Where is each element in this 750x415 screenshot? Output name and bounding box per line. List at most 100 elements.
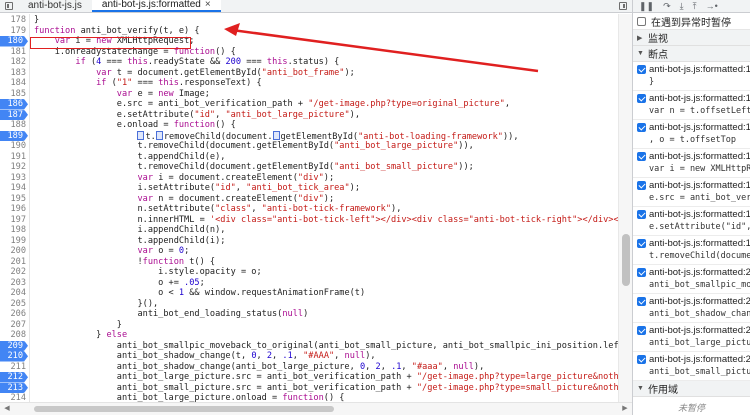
code-line: 213 anti_bot_small_picture.src = anti_bo… bbox=[0, 382, 632, 393]
close-icon[interactable]: × bbox=[205, 0, 211, 11]
line-number[interactable]: 192 bbox=[0, 162, 28, 173]
breakpoint-marker[interactable]: 212 bbox=[0, 372, 28, 383]
breakpoint-checkbox[interactable] bbox=[637, 326, 646, 335]
code-text: i.setAttribute("id", "anti_bot_tick_area… bbox=[34, 183, 360, 193]
breakpoint-checkbox[interactable] bbox=[637, 239, 646, 248]
toggle-debugger-icon[interactable] bbox=[614, 0, 632, 12]
breakpoint-checkbox[interactable] bbox=[637, 123, 646, 132]
line-number[interactable]: 188 bbox=[0, 120, 28, 131]
section-scope[interactable]: ▼ 作用域 bbox=[633, 381, 750, 397]
section-breakpoints[interactable]: ▼ 断点 bbox=[633, 46, 750, 62]
code-text: e.setAttribute("id", "anti_bot_large_pic… bbox=[34, 109, 360, 120]
breakpoint-item[interactable]: anti-bot-js.js:formatted:2 anti_bot_small… bbox=[633, 265, 750, 294]
line-number[interactable]: 191 bbox=[0, 152, 28, 163]
vertical-scrollbar[interactable] bbox=[618, 14, 632, 402]
breakpoint-marker[interactable]: 209 bbox=[0, 340, 28, 351]
breakpoint-item[interactable]: anti-bot-js.js:formatted:1 t.removeChild(… bbox=[633, 236, 750, 265]
section-watch[interactable]: ▶ 监视 bbox=[633, 30, 750, 46]
breakpoint-checkbox[interactable] bbox=[637, 181, 646, 190]
pause-icon[interactable]: ❚❚ bbox=[639, 0, 654, 12]
breakpoint-marker[interactable]: 213 bbox=[0, 382, 28, 393]
scroll-right-icon[interactable]: ▶ bbox=[620, 404, 630, 414]
line-number[interactable]: 194 bbox=[0, 183, 28, 194]
breakpoint-item[interactable]: anti-bot-js.js:formatted:1 , o = t.offset… bbox=[633, 120, 750, 149]
code-line: 178} bbox=[0, 15, 632, 26]
code-line: 205 }(), bbox=[0, 299, 632, 310]
line-number[interactable]: 206 bbox=[0, 309, 28, 320]
line-number[interactable]: 183 bbox=[0, 68, 28, 79]
horizontal-scrollbar[interactable]: ◀ ▶ bbox=[0, 402, 632, 415]
breakpoint-checkbox[interactable] bbox=[637, 355, 646, 364]
code-text: }(), bbox=[34, 298, 159, 309]
breakpoint-checkbox[interactable] bbox=[637, 152, 646, 161]
toggle-navigator-icon[interactable] bbox=[0, 0, 18, 12]
code-line: 187 e.setAttribute("id", "anti_bot_large… bbox=[0, 109, 632, 120]
breakpoint-code: t.removeChild(docume bbox=[649, 251, 750, 261]
line-number[interactable]: 178 bbox=[0, 15, 28, 26]
breakpoint-code: anti_bot_small_pictu bbox=[649, 367, 750, 377]
line-number[interactable]: 182 bbox=[0, 57, 28, 68]
breakpoint-item[interactable]: anti-bot-js.js:formatted:2 anti_bot_shado… bbox=[633, 294, 750, 323]
line-number[interactable]: 195 bbox=[0, 194, 28, 205]
code-line: 196 n.setAttribute("class", "anti-bot-ti… bbox=[0, 204, 632, 215]
breakpoint-marker[interactable]: 189 bbox=[0, 130, 28, 141]
breakpoint-checkbox[interactable] bbox=[637, 210, 646, 219]
line-number[interactable]: 203 bbox=[0, 278, 28, 289]
breakpoint-item[interactable]: anti-bot-js.js:formatted:2 anti_bot_small… bbox=[633, 352, 750, 381]
line-number[interactable]: 207 bbox=[0, 320, 28, 331]
line-number[interactable]: 197 bbox=[0, 215, 28, 226]
breakpoint-item[interactable]: anti-bot-js.js:formatted:1 e.setAttribute… bbox=[633, 207, 750, 236]
step-into-icon[interactable]: ⤓ bbox=[680, 0, 684, 12]
line-number[interactable]: 196 bbox=[0, 204, 28, 215]
pause-on-exceptions-row[interactable]: 在遇到异常时暂停 bbox=[633, 13, 750, 30]
breakpoint-item[interactable]: anti-bot-js.js:formatted:2 anti_bot_large… bbox=[633, 323, 750, 352]
breakpoint-item[interactable]: anti-bot-js.js:formatted:1} bbox=[633, 62, 750, 91]
breakpoint-marker[interactable]: 187 bbox=[0, 109, 28, 120]
step-icon[interactable]: →• bbox=[706, 0, 718, 12]
line-number[interactable]: 193 bbox=[0, 173, 28, 184]
breakpoint-marker[interactable]: 180 bbox=[0, 36, 28, 47]
code-editor[interactable]: 178} 179 function anti_bot_verify(t, e) { 1… bbox=[0, 14, 632, 415]
line-number[interactable]: 184 bbox=[0, 78, 28, 89]
breakpoint-checkbox[interactable] bbox=[637, 268, 646, 277]
scroll-left-icon[interactable]: ◀ bbox=[2, 404, 12, 414]
breakpoint-checkbox[interactable] bbox=[637, 297, 646, 306]
line-number[interactable]: 201 bbox=[0, 257, 28, 268]
code-line: 211 anti_bot_shadow_change(anti_bot_larg… bbox=[0, 362, 632, 373]
breakpoint-item[interactable]: anti-bot-js.js:formatted:1 var i = new XM… bbox=[633, 149, 750, 178]
line-number[interactable]: 208 bbox=[0, 330, 28, 341]
line-number[interactable]: 181 bbox=[0, 47, 28, 58]
line-number[interactable]: 211 bbox=[0, 362, 28, 373]
breakpoint-checkbox[interactable] bbox=[637, 65, 646, 74]
tab-anti-bot-js[interactable]: anti-bot-js.js bbox=[18, 0, 92, 12]
breakpoint-item[interactable]: anti-bot-js.js:formatted:1 e.src = anti_b… bbox=[633, 178, 750, 207]
chevron-down-icon: ▼ bbox=[637, 50, 644, 57]
code-text: t.appendChild(e), bbox=[34, 151, 226, 162]
tab-label: anti-bot-js.js bbox=[28, 0, 82, 11]
breakpoint-item[interactable]: anti-bot-js.js:formatted:1 var n = t.offs… bbox=[633, 91, 750, 120]
line-number[interactable]: 179 bbox=[0, 26, 28, 37]
line-number[interactable]: 205 bbox=[0, 299, 28, 310]
line-number[interactable]: 190 bbox=[0, 141, 28, 152]
line-number[interactable]: 199 bbox=[0, 236, 28, 247]
scroll-thumb[interactable] bbox=[622, 234, 630, 286]
tab-anti-bot-js-formatted[interactable]: anti-bot-js.js:formatted × bbox=[91, 0, 221, 12]
step-over-icon[interactable]: ↷ bbox=[663, 0, 671, 12]
code-line: 192 t.removeChild(document.getElementByI… bbox=[0, 162, 632, 173]
code-text: anti_bot_large_picture.src = anti_bot_ve… bbox=[34, 372, 632, 382]
code-text: function anti_bot_verify(t, e) { bbox=[34, 25, 200, 36]
breakpoint-checkbox[interactable] bbox=[637, 94, 646, 103]
line-number[interactable]: 200 bbox=[0, 246, 28, 257]
line-number[interactable]: 204 bbox=[0, 288, 28, 299]
line-number[interactable]: 202 bbox=[0, 267, 28, 278]
debugger-toolbar: ❚❚ ↷ ⤓ ⤒ →• bbox=[633, 0, 750, 13]
breakpoint-code: var i = new XMLHttpR bbox=[649, 164, 750, 174]
step-out-icon[interactable]: ⤒ bbox=[693, 0, 697, 12]
pause-on-exceptions-checkbox[interactable] bbox=[637, 16, 646, 26]
breakpoint-marker[interactable]: 186 bbox=[0, 99, 28, 110]
scroll-thumb[interactable] bbox=[34, 406, 334, 412]
code-line: 197 n.innerHTML = '<div class="anti-bot-… bbox=[0, 215, 632, 226]
line-number[interactable]: 185 bbox=[0, 89, 28, 100]
breakpoint-marker[interactable]: 210 bbox=[0, 351, 28, 362]
line-number[interactable]: 198 bbox=[0, 225, 28, 236]
